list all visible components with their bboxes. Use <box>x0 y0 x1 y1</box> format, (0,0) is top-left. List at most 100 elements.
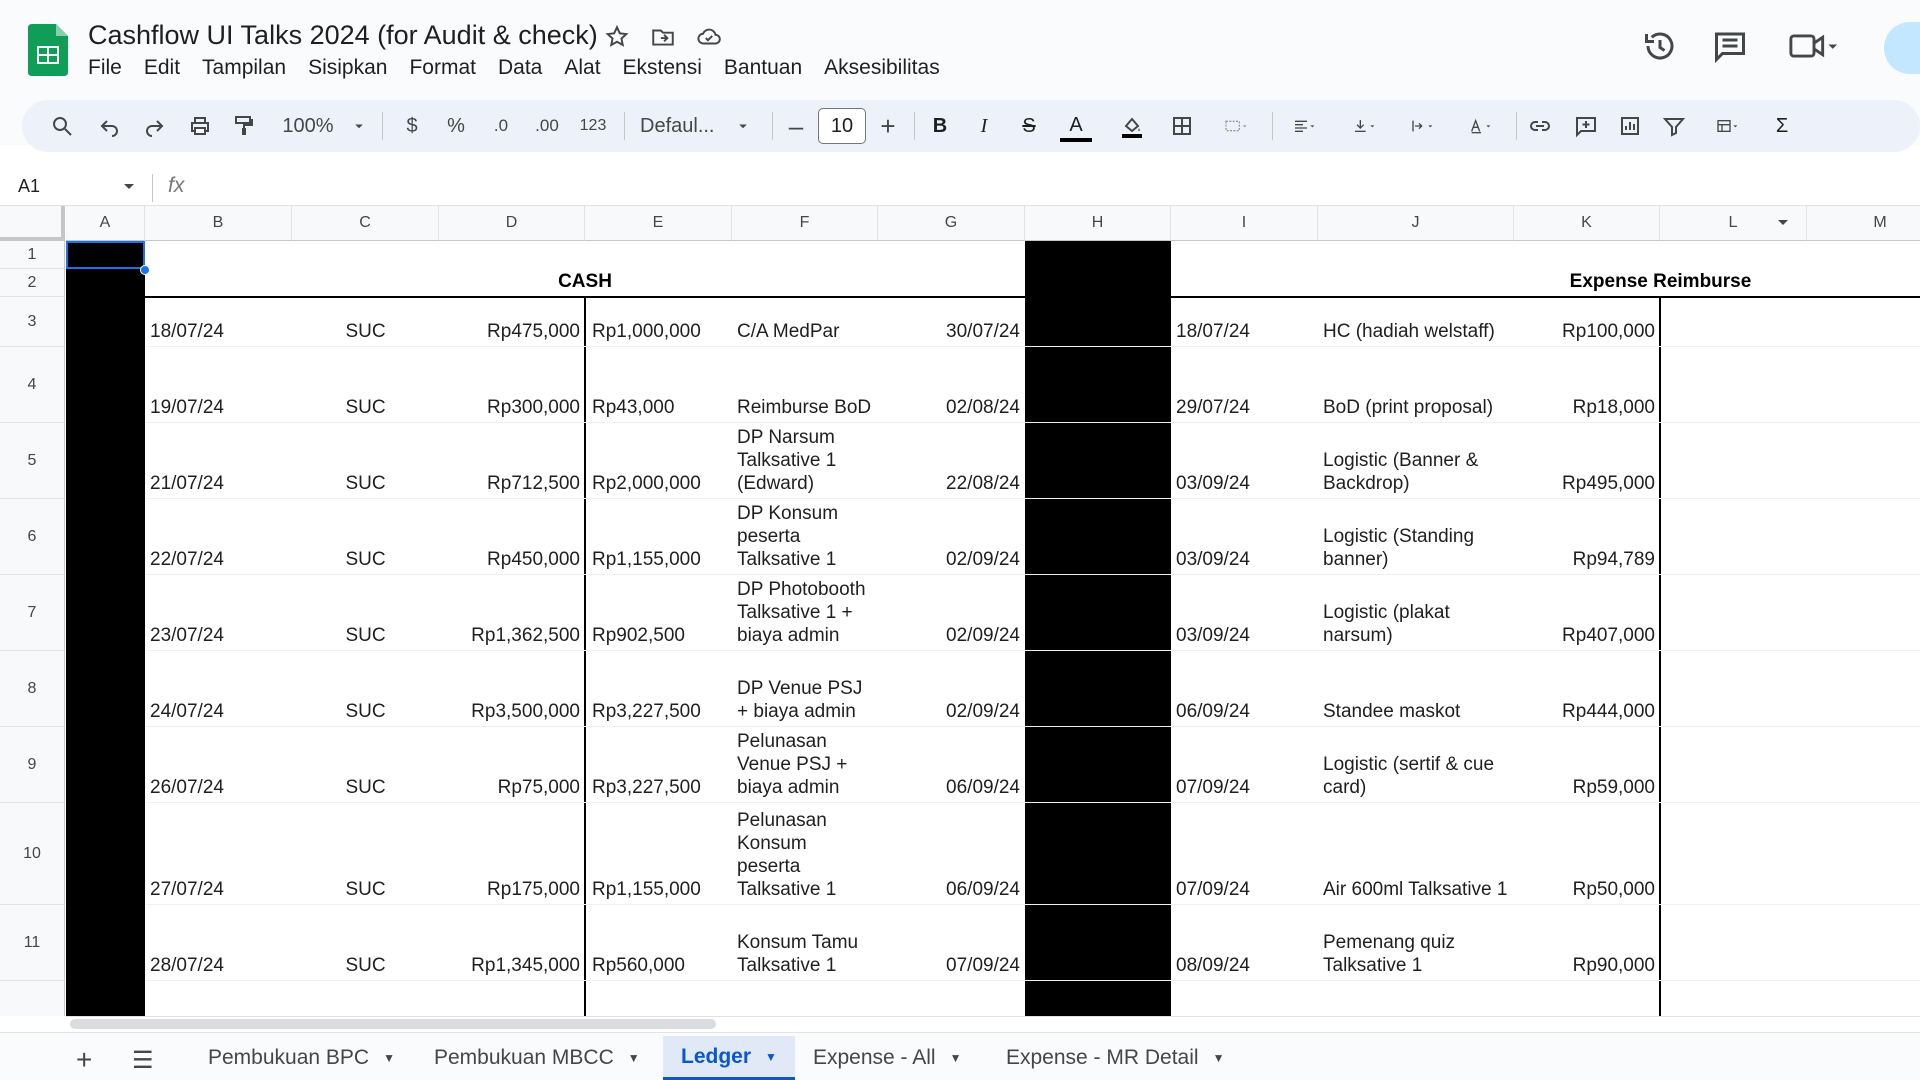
sheet-tab-expense-mr-detail[interactable]: Expense - MR Detail ▼ <box>988 1036 1242 1080</box>
all-sheets-button[interactable]: ☰ <box>132 1046 154 1075</box>
paint-format-icon[interactable] <box>230 112 258 140</box>
date-cell[interactable]: 24/07/24 <box>145 651 292 727</box>
filter-icon[interactable] <box>1660 112 1688 140</box>
version-history-icon[interactable] <box>1642 28 1678 64</box>
text-wrapping-icon[interactable] <box>1400 112 1446 140</box>
description-cell[interactable]: Air 600ml Talksative 1 <box>1318 803 1514 905</box>
row-header-4[interactable]: 4 <box>0 347 65 423</box>
date-cell[interactable]: 07/09/24 <box>1171 803 1318 905</box>
row-header-3[interactable]: 3 <box>0 297 65 347</box>
description-cell[interactable]: Konsum Tamu Talksative 1 <box>732 905 878 981</box>
date-cell[interactable]: 02/09/24 <box>878 575 1025 651</box>
amount-cell[interactable]: Rp50,000 <box>1514 803 1660 905</box>
functions-button[interactable]: Σ <box>1770 112 1794 140</box>
date-cell[interactable]: 03/09/24 <box>1171 499 1318 575</box>
meet-camera-icon[interactable] <box>1788 28 1840 64</box>
description-cell[interactable]: Logistic (plakat narsum) <box>1318 575 1514 651</box>
decrease-decimal-button[interactable]: .0 <box>486 112 516 140</box>
description-cell[interactable]: Logistic (Standing banner) <box>1318 499 1514 575</box>
increase-font-size-button[interactable]: + <box>876 111 900 141</box>
code-cell[interactable]: SUC <box>292 297 439 347</box>
amount-cell[interactable]: Rp300,000 <box>439 347 585 423</box>
fill-color-icon[interactable] <box>1116 112 1148 140</box>
description-cell[interactable]: Pemenang quiz Talksative 1 <box>1318 905 1514 981</box>
amount-cell[interactable]: Rp1,000,000 <box>587 297 732 347</box>
decrease-font-size-button[interactable]: – <box>784 111 808 141</box>
amount-cell[interactable]: Rp175,000 <box>439 803 585 905</box>
bold-button[interactable]: B <box>928 112 952 140</box>
text-color-button[interactable]: A <box>1060 112 1092 142</box>
borders-icon[interactable] <box>1168 112 1196 140</box>
zoom-dropdown-icon[interactable] <box>350 112 368 140</box>
name-box[interactable]: A1 <box>18 176 40 197</box>
date-cell[interactable]: 06/09/24 <box>878 727 1025 803</box>
menu-file[interactable]: File <box>88 56 122 84</box>
zoom-select[interactable]: 100% <box>278 112 338 140</box>
code-cell[interactable]: SUC <box>292 803 439 905</box>
row-header-11[interactable]: 11 <box>0 905 65 981</box>
formula-input[interactable] <box>210 176 1910 200</box>
more-formats-button[interactable]: 123 <box>576 112 610 140</box>
description-cell[interactable]: DP Venue PSJ + biaya admin <box>732 651 878 727</box>
increase-decimal-button[interactable]: .00 <box>530 112 564 140</box>
date-cell[interactable]: 30/07/24 <box>878 297 1025 347</box>
amount-cell[interactable]: Rp90,000 <box>1514 905 1660 981</box>
font-family-select[interactable]: Defaul... <box>640 112 740 140</box>
description-cell[interactable]: Pelunasan Konsum peserta Talksative 1 <box>732 803 878 905</box>
amount-cell[interactable]: Rp94,789 <box>1514 499 1660 575</box>
cloud-saved-icon[interactable] <box>696 24 722 50</box>
date-cell[interactable]: 07/09/24 <box>1171 727 1318 803</box>
amount-cell[interactable]: Rp59,000 <box>1514 727 1660 803</box>
insert-link-icon[interactable] <box>1526 112 1554 140</box>
amount-cell[interactable]: Rp100,000 <box>1514 297 1660 347</box>
amount-cell[interactable]: Rp1,362,500 <box>439 575 585 651</box>
document-title[interactable]: Cashflow UI Talks 2024 (for Audit & chec… <box>88 20 598 51</box>
column-header-i[interactable]: I <box>1171 206 1318 241</box>
description-cell[interactable]: Logistic (Banner & Backdrop) <box>1318 423 1514 499</box>
description-cell[interactable]: DP Photobooth Talksative 1 + biaya admin <box>732 575 878 651</box>
column-header-f[interactable]: F <box>732 206 878 241</box>
code-cell[interactable]: SUC <box>292 347 439 423</box>
amount-cell[interactable]: Rp902,500 <box>587 575 732 651</box>
horizontal-scrollbar-thumb[interactable] <box>70 1019 716 1029</box>
menu-view[interactable]: Tampilan <box>202 56 286 84</box>
amount-cell[interactable]: Rp3,500,000 <box>439 651 585 727</box>
percent-format-button[interactable]: % <box>442 112 470 140</box>
code-cell[interactable]: SUC <box>292 499 439 575</box>
add-sheet-button[interactable]: + <box>76 1044 92 1076</box>
date-cell[interactable]: 08/09/24 <box>1171 905 1318 981</box>
undo-icon[interactable] <box>96 112 124 140</box>
row-header-1[interactable]: 1 <box>0 241 65 269</box>
row-header-8[interactable]: 8 <box>0 651 65 727</box>
row-header-9[interactable]: 9 <box>0 727 65 803</box>
amount-cell[interactable]: Rp2,000,000 <box>587 423 732 499</box>
print-icon[interactable] <box>186 112 214 140</box>
menu-data[interactable]: Data <box>498 56 542 84</box>
amount-cell[interactable]: Rp1,155,000 <box>587 499 732 575</box>
code-cell[interactable]: SUC <box>292 575 439 651</box>
date-cell[interactable]: 19/07/24 <box>145 347 292 423</box>
date-cell[interactable]: 26/07/24 <box>145 727 292 803</box>
sheet-tab-menu-icon[interactable]: ▼ <box>383 1051 395 1065</box>
description-cell[interactable]: DP Konsum peserta Talksative 1 <box>732 499 878 575</box>
amount-cell[interactable]: Rp3,227,500 <box>587 651 732 727</box>
strikethrough-button[interactable]: S <box>1016 112 1042 140</box>
horizontal-align-icon[interactable] <box>1282 112 1328 140</box>
code-cell[interactable]: SUC <box>292 423 439 499</box>
move-folder-icon[interactable] <box>650 24 676 50</box>
sheet-tab-menu-icon[interactable]: ▼ <box>628 1051 640 1065</box>
date-cell[interactable]: 18/07/24 <box>1171 297 1318 347</box>
description-cell[interactable]: Logistic (sertif & cue card) <box>1318 727 1514 803</box>
sheet-tab-menu-icon[interactable]: ▼ <box>950 1051 962 1065</box>
row-header-7[interactable]: 7 <box>0 575 65 651</box>
filter-views-icon[interactable] <box>1704 112 1752 140</box>
description-cell[interactable]: HC (hadiah welstaff) <box>1318 297 1514 347</box>
insert-chart-icon[interactable] <box>1616 112 1644 140</box>
fill-handle[interactable] <box>140 265 150 275</box>
column-header-k[interactable]: K <box>1514 206 1660 241</box>
description-cell[interactable]: C/A MedPar <box>732 297 878 347</box>
date-cell[interactable]: 27/07/24 <box>145 803 292 905</box>
date-cell[interactable]: 02/09/24 <box>878 499 1025 575</box>
date-cell[interactable]: 18/07/24 <box>145 297 292 347</box>
row-header-5[interactable]: 5 <box>0 423 65 499</box>
